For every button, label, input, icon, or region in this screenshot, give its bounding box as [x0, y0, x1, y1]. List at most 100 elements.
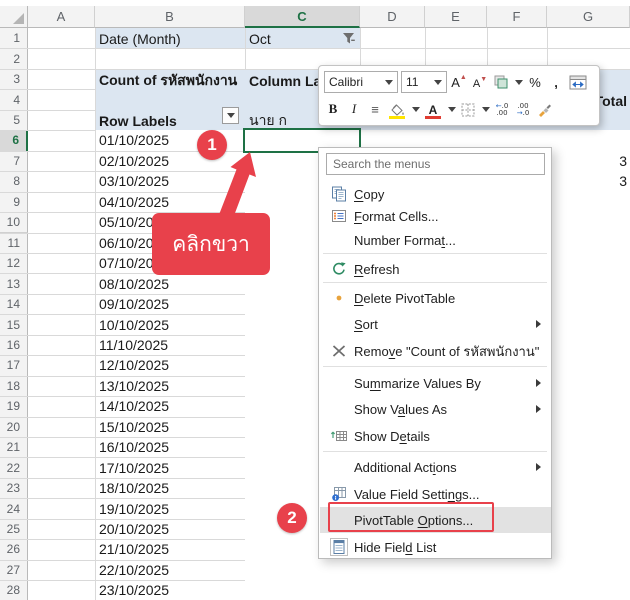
row-header-4[interactable]: 4	[0, 89, 28, 110]
row-header-18[interactable]: 18	[0, 376, 28, 397]
date-cell-row-25[interactable]: 20/10/2025	[99, 519, 169, 539]
font-size-select[interactable]: 11	[401, 71, 447, 93]
row-header-23[interactable]: 23	[0, 478, 28, 499]
menu-item-hide-field-list[interactable]: Hide Field List	[320, 534, 551, 560]
menu-item-number-format[interactable]: Number Format...	[320, 227, 551, 253]
dropdown-arrow-icon[interactable]	[448, 107, 456, 112]
date-cell-row-8[interactable]: 03/10/2025	[99, 171, 169, 191]
row-header-15[interactable]: 15	[0, 314, 28, 335]
row-header-14[interactable]: 14	[0, 294, 28, 315]
submenu-arrow-icon	[536, 463, 541, 471]
select-all-corner[interactable]	[0, 6, 28, 28]
row-header-6[interactable]: 6	[0, 130, 28, 151]
pivot-count-header[interactable]: Count of รหัสพนักงาน	[99, 70, 237, 91]
decrease-decimal-icon[interactable]: .00→.0	[514, 98, 532, 120]
row-header-21[interactable]: 21	[0, 437, 28, 458]
font-color-icon[interactable]: A	[423, 98, 443, 120]
row-header-16[interactable]: 16	[0, 335, 28, 356]
date-cell-row-6[interactable]: 01/10/2025	[99, 130, 169, 150]
row-header-19[interactable]: 19	[0, 396, 28, 417]
row-header-28[interactable]: 28	[0, 580, 28, 600]
percent-style-icon[interactable]: %	[526, 71, 544, 93]
row-header-12[interactable]: 12	[0, 253, 28, 274]
borders-icon[interactable]	[459, 98, 477, 120]
grow-font-icon[interactable]: A▲	[450, 71, 468, 93]
date-cell-row-7[interactable]: 02/10/2025	[99, 151, 169, 171]
date-cell-row-20[interactable]: 15/10/2025	[99, 417, 169, 437]
row-header-8[interactable]: 8	[0, 171, 28, 192]
column-header-c[interactable]: C	[245, 6, 360, 28]
menu-item-additional-actions[interactable]: Additional Actions	[320, 454, 551, 480]
row-header-5[interactable]: 5	[0, 110, 28, 131]
menu-item-format-cells[interactable]: Format Cells...	[320, 203, 551, 229]
date-cell-row-24[interactable]: 19/10/2025	[99, 498, 169, 518]
column-header-e[interactable]: E	[425, 6, 487, 28]
filter-funnel-icon[interactable]	[341, 31, 356, 51]
cell-b1-date-month[interactable]: Date (Month)	[99, 28, 181, 49]
row-header-1[interactable]: 1	[0, 28, 28, 49]
cell-c1-oct[interactable]: Oct	[249, 28, 271, 49]
menu-item-delete-pivottable[interactable]: Delete PivotTable	[320, 285, 551, 311]
menu-item-remove-count[interactable]: Remove "Count of รหัสพนักงาน"	[320, 338, 551, 364]
increase-decimal-icon[interactable]: ←.0.00	[493, 98, 511, 120]
date-cell-row-9[interactable]: 04/10/2025	[99, 192, 169, 212]
font-name-select[interactable]: Calibri	[324, 71, 398, 93]
autofit-width-icon[interactable]	[568, 71, 588, 93]
row-header-17[interactable]: 17	[0, 355, 28, 376]
grand-total-value-row-7[interactable]: 3	[547, 151, 630, 171]
row-header-20[interactable]: 20	[0, 417, 28, 438]
column-header-d[interactable]: D	[360, 6, 425, 28]
row-header-2[interactable]: 2	[0, 48, 28, 69]
row-header-25[interactable]: 25	[0, 519, 28, 540]
menu-item-show-values-as[interactable]: Show Values As	[320, 396, 551, 422]
date-cell-row-28[interactable]: 23/10/2025	[99, 580, 169, 600]
dropdown-arrow-icon[interactable]	[515, 80, 523, 85]
row-header-27[interactable]: 27	[0, 560, 28, 581]
date-cell-row-15[interactable]: 10/10/2025	[99, 314, 169, 334]
dropdown-arrow-icon[interactable]	[482, 107, 490, 112]
column-header-b[interactable]: B	[95, 6, 245, 28]
shrink-font-icon[interactable]: A▼	[471, 71, 489, 93]
menu-item-sort[interactable]: Sort	[320, 311, 551, 337]
date-cell-row-21[interactable]: 16/10/2025	[99, 437, 169, 457]
row-header-24[interactable]: 24	[0, 498, 28, 519]
row-header-26[interactable]: 26	[0, 539, 28, 560]
align-lines-icon[interactable]: ≡	[366, 98, 384, 120]
row-header-3[interactable]: 3	[0, 69, 28, 90]
dropdown-arrow-icon[interactable]	[412, 107, 420, 112]
format-painter-icon[interactable]	[535, 98, 553, 120]
fill-color-icon[interactable]	[387, 98, 407, 120]
row-header-11[interactable]: 11	[0, 233, 28, 254]
date-cell-row-27[interactable]: 22/10/2025	[99, 560, 169, 580]
search-input[interactable]	[326, 153, 545, 175]
row-header-22[interactable]: 22	[0, 457, 28, 478]
row-header-10[interactable]: 10	[0, 212, 28, 233]
row-labels-dropdown-button[interactable]	[222, 107, 239, 124]
date-cell-row-19[interactable]: 14/10/2025	[99, 396, 169, 416]
column-header-g[interactable]: G	[547, 6, 630, 28]
date-cell-row-17[interactable]: 12/10/2025	[99, 355, 169, 375]
row-header-7[interactable]: 7	[0, 151, 28, 172]
menu-item-summarize-values-by[interactable]: Summarize Values By	[320, 370, 551, 396]
row-header-9[interactable]: 9	[0, 192, 28, 213]
grand-total-value-row-8[interactable]: 3	[547, 171, 630, 191]
column-header-f[interactable]: F	[487, 6, 547, 28]
row-header-13[interactable]: 13	[0, 273, 28, 294]
menu-item-refresh[interactable]: Refresh	[320, 256, 551, 282]
date-cell-row-18[interactable]: 13/10/2025	[99, 376, 169, 396]
date-cell-row-14[interactable]: 09/10/2025	[99, 294, 169, 314]
bold-icon[interactable]: B	[324, 98, 342, 120]
date-cell-row-16[interactable]: 11/10/2025	[99, 335, 168, 355]
italic-icon[interactable]: I	[345, 98, 363, 120]
date-cell-row-13[interactable]: 08/10/2025	[99, 273, 169, 293]
cell-styles-icon[interactable]	[492, 71, 510, 93]
column-header-a[interactable]: A	[28, 6, 95, 28]
menu-item-show-details[interactable]: Show Details	[320, 423, 551, 449]
date-cell-row-22[interactable]: 17/10/2025	[99, 457, 169, 477]
date-cell-row-26[interactable]: 21/10/2025	[99, 539, 169, 559]
pivot-row-labels-header[interactable]: Row Labels	[99, 110, 177, 131]
menu-item-pivottable-options[interactable]: PivotTable Options...	[320, 507, 551, 533]
date-cell-row-23[interactable]: 18/10/2025	[99, 478, 169, 498]
comma-style-icon[interactable]: ,	[547, 71, 565, 93]
menu-item-value-field-settings[interactable]: Value Field Settings...	[320, 481, 551, 507]
